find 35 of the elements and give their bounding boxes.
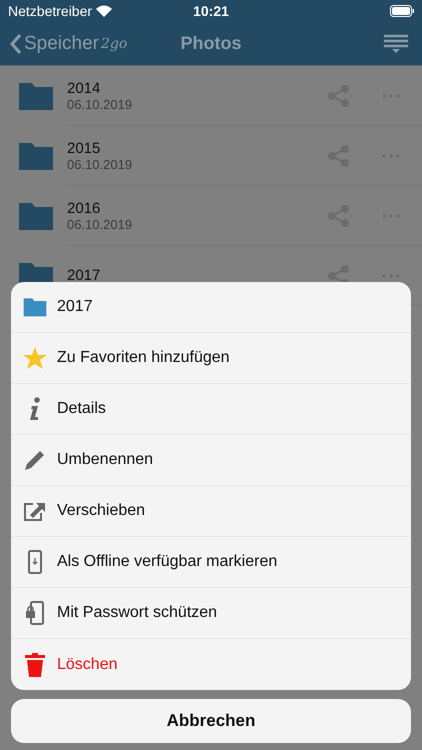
menu-item[interactable]: Verschieben xyxy=(57,502,146,520)
menu-item[interactable]: Löschen xyxy=(57,656,118,674)
logo-text: Speicher xyxy=(24,32,99,54)
export-icon xyxy=(24,501,46,521)
cancel-button[interactable]: Abbrechen xyxy=(11,699,411,743)
folder-name[interactable]: 2016 xyxy=(67,200,328,216)
battery-icon xyxy=(390,5,414,17)
folder-name[interactable]: 2014 xyxy=(67,80,328,96)
clock-time: 10:21 xyxy=(193,3,229,19)
menu-item[interactable]: Umbenennen xyxy=(57,451,154,469)
chevron-left-icon xyxy=(10,34,22,54)
carrier-name: Netzbetreiber xyxy=(8,3,92,19)
logo-script: 2go xyxy=(101,36,128,52)
phone-download-icon xyxy=(28,550,42,574)
folder-icon xyxy=(18,141,54,171)
folder-icon xyxy=(18,81,54,111)
folder-icon xyxy=(18,201,54,231)
menu-item[interactable]: Mit Passwort schützen xyxy=(57,604,218,622)
menu-item[interactable]: Details xyxy=(57,400,106,418)
folder-name[interactable]: 2017 xyxy=(67,267,328,284)
pencil-icon xyxy=(24,449,46,471)
folder-date: 06.10.2019 xyxy=(67,156,134,172)
screen-title: Photos xyxy=(180,33,242,54)
menu-item[interactable]: Als Offline verfügbar markieren xyxy=(57,553,278,571)
sheet-title: 2017 xyxy=(57,298,93,316)
menu-item[interactable]: Zu Favoriten hinzufügen xyxy=(57,349,230,367)
star-icon xyxy=(23,346,47,370)
info-icon xyxy=(30,397,40,421)
folder-date: 06.10.2019 xyxy=(67,216,134,232)
sort-menu-icon[interactable] xyxy=(384,34,408,54)
folder-name[interactable]: 2015 xyxy=(67,140,328,156)
phone-lock-icon xyxy=(26,601,44,625)
folder-date: 06.10.2019 xyxy=(67,96,134,112)
wifi-icon xyxy=(96,5,112,17)
trash-icon xyxy=(25,652,45,676)
